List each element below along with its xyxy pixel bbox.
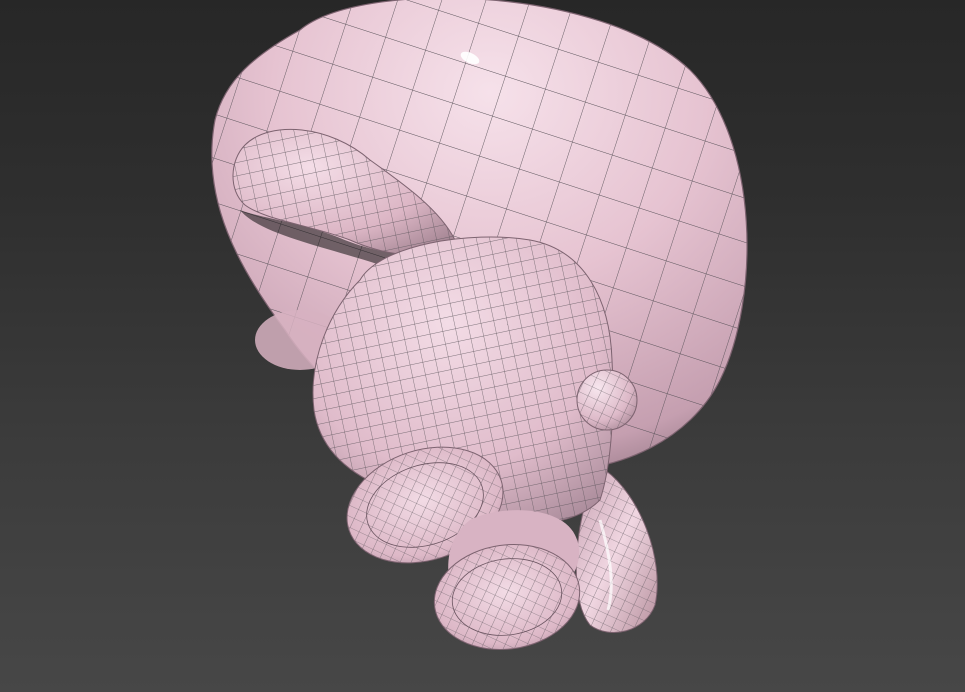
3d-scene[interactable] [0, 0, 965, 692]
3d-viewport[interactable] [0, 0, 965, 692]
nose-bump-mesh[interactable] [576, 369, 638, 431]
